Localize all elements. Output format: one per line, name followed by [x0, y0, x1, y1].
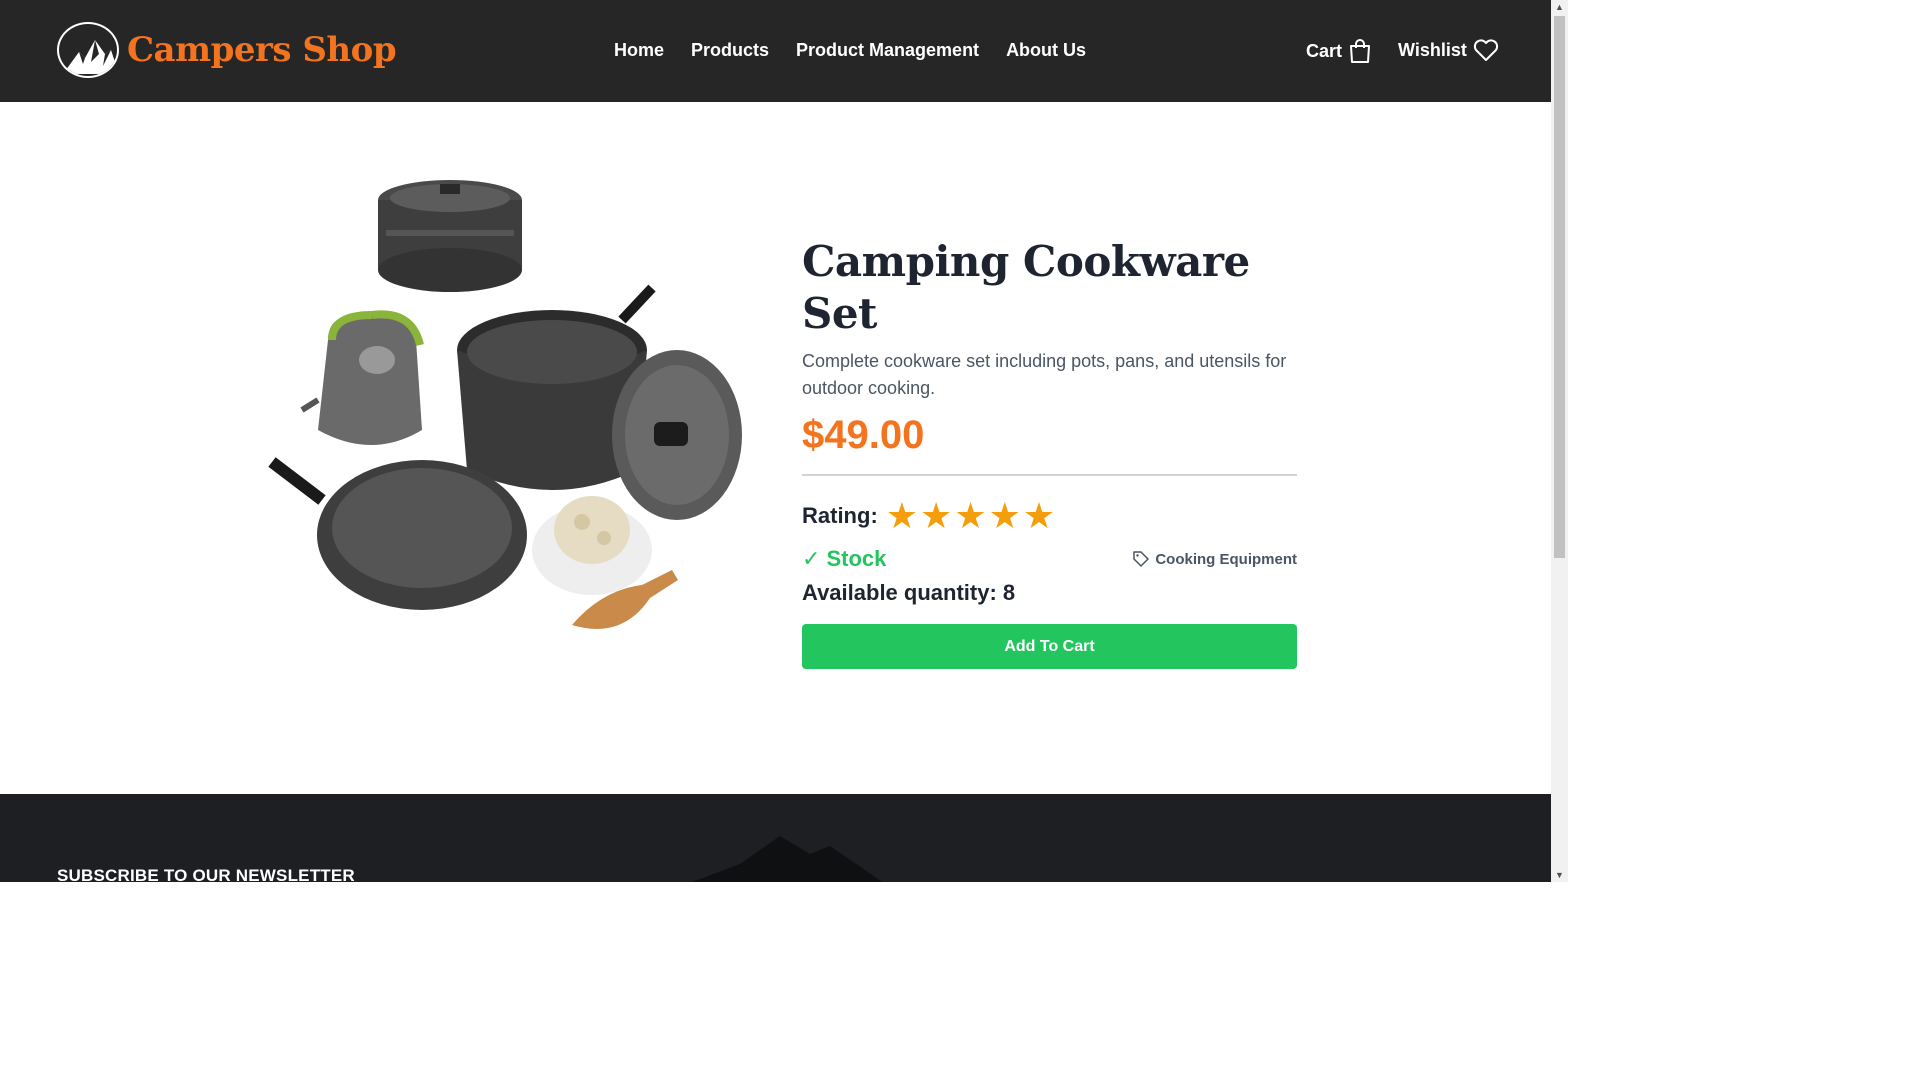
stock-row: ✓ Stock Cooking Equipment [802, 544, 1297, 574]
site-footer: SUBSCRIBE TO OUR NEWSLETTER [0, 794, 1551, 882]
product-info: Camping Cookware Set Complete cookware s… [802, 236, 1297, 669]
rating-row: Rating: ★ ★ ★ ★ ★ [802, 498, 1297, 534]
product-price: $49.00 [802, 413, 925, 457]
available-quantity: Available quantity: 8 [802, 580, 1016, 605]
logo[interactable]: Campers Shop [57, 22, 397, 78]
mountain-logo-icon [57, 22, 119, 78]
product-image [262, 170, 746, 664]
nav-home[interactable]: Home [614, 40, 664, 61]
product-description: Complete cookware set including pots, pa… [802, 351, 1287, 398]
add-to-cart-button[interactable]: Add To Cart [802, 624, 1297, 669]
rating-label: Rating: [802, 503, 878, 528]
category-label: Cooking Equipment [1155, 550, 1297, 568]
scroll-up-arrow-icon[interactable]: ▲ [1555, 2, 1564, 12]
tag-icon [1133, 551, 1150, 567]
rating-stars: ★ ★ ★ ★ ★ [886, 498, 1055, 534]
category-tag[interactable]: Cooking Equipment [1132, 550, 1297, 568]
divider [802, 474, 1297, 476]
site-header: Campers Shop Home Products Product Manag… [0, 0, 1551, 102]
star-icon: ★ [1022, 495, 1056, 536]
star-icon: ★ [885, 495, 919, 536]
stock-label: Stock [826, 546, 887, 571]
vertical-scrollbar[interactable]: ▲ ▼ [1551, 0, 1568, 882]
newsletter-title: SUBSCRIBE TO OUR NEWSLETTER [57, 866, 355, 882]
scrollbar-thumb[interactable] [1554, 16, 1565, 558]
main-nav: Home Products Product Management About U… [614, 40, 1086, 61]
wishlist-link[interactable]: Wishlist [1398, 38, 1499, 62]
star-icon: ★ [920, 495, 953, 536]
nav-products[interactable]: Products [691, 40, 769, 61]
checkmark-icon: ✓ [802, 546, 821, 571]
shopping-bag-icon [1350, 39, 1371, 63]
nav-about-us[interactable]: About Us [1006, 40, 1086, 61]
cart-link[interactable]: Cart [1306, 38, 1372, 64]
star-icon: ★ [988, 495, 1021, 536]
stock-status: ✓ Stock [802, 546, 886, 572]
wishlist-label: Wishlist [1398, 39, 1467, 60]
logo-text: Campers Shop [127, 30, 397, 70]
scroll-down-arrow-icon[interactable]: ▼ [1555, 870, 1564, 880]
mountain-silhouette-icon [692, 836, 883, 882]
cart-label: Cart [1306, 40, 1343, 61]
star-icon: ★ [954, 495, 987, 536]
nav-product-management[interactable]: Product Management [796, 40, 979, 61]
product-title: Camping Cookware Set [802, 237, 1250, 338]
heart-icon [1473, 39, 1498, 61]
